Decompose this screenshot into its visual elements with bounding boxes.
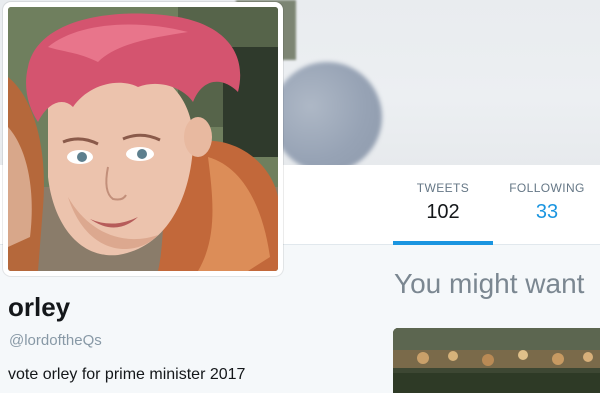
profile-bio: vote orley for prime minister 2017	[8, 366, 246, 383]
nav-tweets[interactable]: TWEETS 102	[393, 165, 493, 245]
nav-tweets-count: 102	[426, 201, 460, 223]
nav-following-label: FOLLOWING	[509, 181, 585, 195]
suggested-account-card[interactable]	[393, 328, 600, 393]
nav-following[interactable]: FOLLOWING 33	[497, 165, 597, 245]
nav-following-count: 33	[535, 201, 559, 223]
suggested-account-banner-image	[393, 328, 600, 393]
profile-name[interactable]: orley	[8, 292, 70, 323]
who-to-follow-heading: You might want	[394, 268, 585, 299]
profile-handle[interactable]: @lordoftheQs	[9, 332, 102, 349]
nav-tweets-label: TWEETS	[416, 181, 470, 195]
banner-blurred-figure	[272, 62, 382, 165]
active-tab-indicator	[393, 241, 493, 245]
avatar-photo	[8, 7, 278, 271]
profile-avatar[interactable]	[3, 2, 283, 276]
